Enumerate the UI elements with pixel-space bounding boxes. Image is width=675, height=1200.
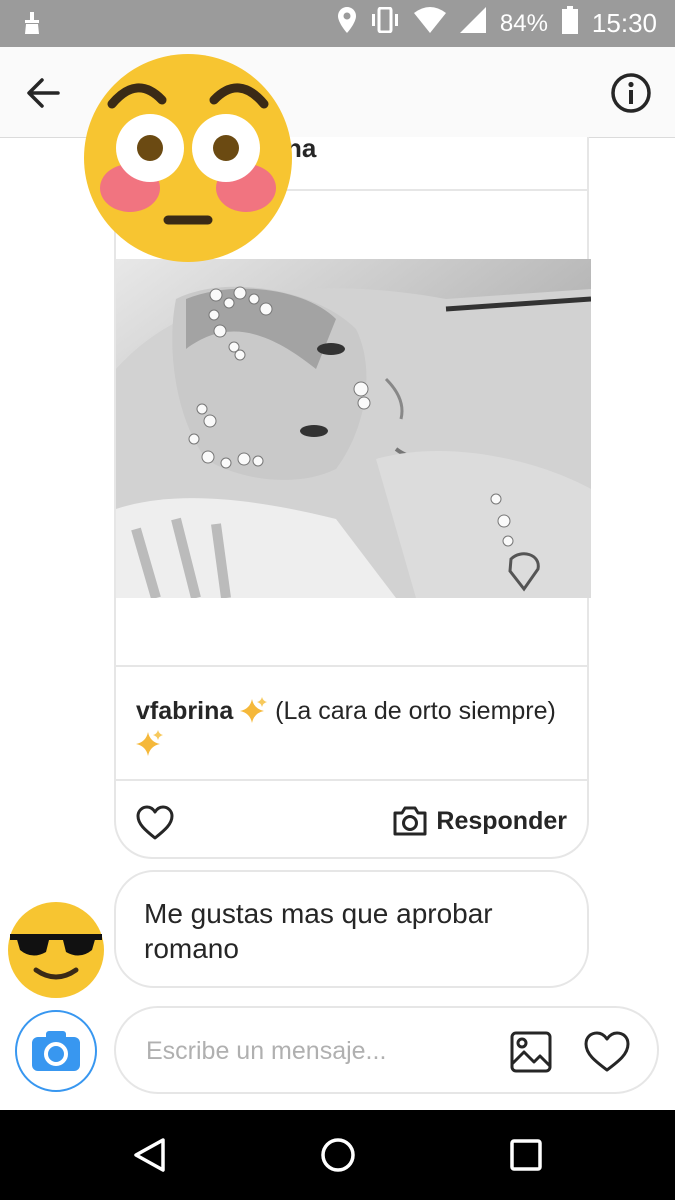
avatar[interactable] xyxy=(6,900,106,1000)
message-text: Me gustas mas que aprobar romano xyxy=(144,898,493,964)
clock: 15:30 xyxy=(591,8,657,38)
message-composer[interactable] xyxy=(114,1006,659,1094)
divider xyxy=(116,779,587,781)
heart-icon xyxy=(136,805,174,840)
info-icon xyxy=(611,73,651,113)
system-nav-bar xyxy=(0,1110,675,1200)
triangle-back-icon xyxy=(134,1138,165,1172)
message-input[interactable] xyxy=(144,1028,488,1074)
caption-username: vfabrina xyxy=(136,697,234,725)
camera-icon xyxy=(393,806,427,836)
caption-text: (La cara de orto siempre) xyxy=(275,697,556,725)
post-caption: vfabrina (La cara de orto siempre) xyxy=(136,695,566,761)
info-button[interactable] xyxy=(609,71,653,115)
portrait-image xyxy=(116,259,591,598)
camera-button[interactable] xyxy=(15,1010,97,1092)
flushed-face-emoji xyxy=(82,52,294,264)
reply-button[interactable]: Responder xyxy=(392,799,567,843)
arrow-left-icon xyxy=(27,78,60,108)
gallery-button[interactable] xyxy=(509,1030,553,1074)
message-bubble[interactable]: Me gustas mas que aprobar romano xyxy=(114,870,589,988)
sunglasses-face-emoji xyxy=(8,902,104,998)
nav-back-button[interactable] xyxy=(130,1135,170,1180)
sparkles-icon xyxy=(240,697,268,723)
signal-icon xyxy=(459,7,486,40)
heart-icon xyxy=(584,1031,630,1072)
battery-percent: 84% xyxy=(499,9,548,37)
like-send-button[interactable] xyxy=(583,1030,631,1074)
square-recents-icon xyxy=(510,1139,542,1171)
sparkles-icon xyxy=(136,730,163,756)
status-bar: 84% 15:30 xyxy=(0,0,675,47)
post-photo[interactable] xyxy=(116,259,591,598)
nav-recents-button[interactable] xyxy=(506,1135,546,1180)
image-icon xyxy=(510,1031,552,1073)
like-button[interactable] xyxy=(136,805,174,841)
back-button[interactable] xyxy=(22,71,66,115)
battery-icon xyxy=(561,6,578,41)
camera-icon xyxy=(32,1031,80,1071)
divider xyxy=(116,665,587,667)
circle-home-icon xyxy=(321,1138,355,1172)
location-icon xyxy=(337,7,356,40)
nav-home-button[interactable] xyxy=(318,1135,358,1180)
reply-label: Responder xyxy=(436,806,567,835)
wifi-icon xyxy=(413,7,446,40)
vibrate-icon xyxy=(370,6,400,40)
cleaner-icon xyxy=(22,12,42,39)
